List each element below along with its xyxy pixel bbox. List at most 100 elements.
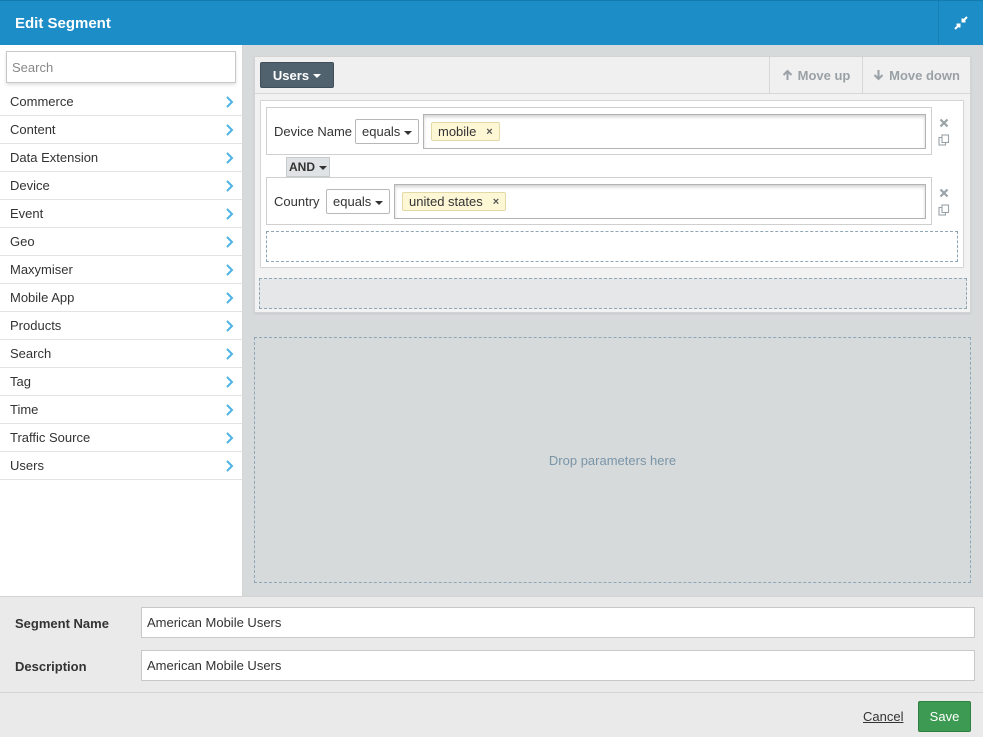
sidebar-item-label: Event [10, 206, 44, 221]
description-input[interactable] [141, 650, 975, 681]
sidebar-item-label: Tag [10, 374, 31, 389]
sidebar-item-mobile-app[interactable]: Mobile App [0, 284, 242, 312]
sidebar-item-search[interactable]: Search [0, 340, 242, 368]
sidebar-item-geo[interactable]: Geo [0, 228, 242, 256]
move-up-label: Move up [797, 67, 851, 83]
save-button-label: Save [929, 709, 960, 724]
connector-dropdown[interactable]: AND [286, 157, 330, 177]
condition-drop-slot[interactable] [266, 231, 958, 262]
sidebar-item-device[interactable]: Device [0, 172, 242, 200]
scope-dropdown-label: Users [272, 67, 310, 83]
chevron-right-icon [226, 180, 234, 192]
value-tag: united states × [402, 192, 507, 211]
sidebar-item-event[interactable]: Event [0, 200, 242, 228]
chevron-right-icon [226, 460, 234, 472]
cancel-link[interactable]: Cancel [863, 709, 903, 724]
segment-builder-area: Users Move up Move down Device Name equa… [243, 45, 983, 596]
sidebar-item-label: Traffic Source [10, 430, 91, 445]
sidebar-item-data-extension[interactable]: Data Extension [0, 144, 242, 172]
remove-condition-icon[interactable] [939, 188, 949, 198]
chevron-right-icon [226, 320, 234, 332]
remove-tag-icon[interactable]: × [493, 196, 499, 208]
chevron-right-icon [226, 404, 234, 416]
sidebar-item-tag[interactable]: Tag [0, 368, 242, 396]
sidebar-item-label: Maxymiser [10, 262, 73, 277]
chevron-right-icon [226, 264, 234, 276]
remove-condition-icon[interactable] [939, 118, 949, 128]
move-down-label: Move down [889, 67, 960, 83]
sidebar-item-label: Mobile App [10, 290, 75, 305]
sidebar-item-label: Users [10, 458, 44, 473]
rule-panel: Users Move up Move down Device Name equa… [254, 56, 971, 313]
sidebar-item-products[interactable]: Products [0, 312, 242, 340]
condition-value-input[interactable]: mobile × [423, 114, 926, 149]
sidebar-item-label: Products [10, 318, 62, 333]
sidebar-item-time[interactable]: Time [0, 396, 242, 424]
dialog-titlebar: Edit Segment [0, 0, 983, 45]
category-sidebar: Commerce Content Data Extension Device E… [0, 45, 243, 596]
chevron-right-icon [226, 348, 234, 360]
value-tag-label: united states [409, 194, 483, 209]
segment-details: Segment Name Description [0, 596, 983, 692]
condition-name: Device Name [274, 124, 353, 139]
caret-down-icon [404, 130, 413, 135]
sidebar-item-label: Content [10, 122, 56, 137]
save-button[interactable]: Save [918, 701, 971, 732]
operator-label: equals [362, 124, 401, 139]
chevron-right-icon [226, 292, 234, 304]
chevron-right-icon [226, 208, 234, 220]
copy-condition-icon[interactable] [938, 204, 950, 216]
description-label: Description [15, 659, 87, 674]
sidebar-item-maxymiser[interactable]: Maxymiser [0, 256, 242, 284]
sidebar-item-commerce[interactable]: Commerce [0, 88, 242, 116]
chevron-right-icon [226, 96, 234, 108]
rule-panel-header: Users Move up Move down [255, 57, 970, 94]
chevron-right-icon [226, 432, 234, 444]
value-tag: mobile × [431, 122, 500, 141]
dialog-footer: Cancel Save [0, 692, 983, 737]
caret-down-icon [313, 74, 322, 78]
segment-name-label: Segment Name [15, 616, 109, 631]
chevron-right-icon [226, 236, 234, 248]
move-up-button[interactable]: Move up [769, 57, 862, 93]
sidebar-item-label: Device [10, 178, 50, 193]
operator-dropdown[interactable]: equals [355, 119, 420, 144]
sidebar-item-label: Time [10, 402, 39, 417]
copy-condition-icon[interactable] [938, 134, 950, 146]
move-down-button[interactable]: Move down [862, 57, 970, 93]
sidebar-item-traffic-source[interactable]: Traffic Source [0, 424, 242, 452]
operator-dropdown[interactable]: equals [326, 189, 391, 214]
search-input[interactable] [6, 51, 236, 83]
sidebar-item-content[interactable]: Content [0, 116, 242, 144]
sidebar-item-label: Data Extension [10, 150, 99, 165]
chevron-right-icon [226, 152, 234, 164]
segment-name-input[interactable] [141, 607, 975, 638]
chevron-right-icon [226, 124, 234, 136]
caret-down-icon [375, 200, 384, 205]
collapse-button[interactable] [938, 1, 983, 45]
dialog-title: Edit Segment [15, 15, 111, 32]
category-list: Commerce Content Data Extension Device E… [0, 88, 242, 480]
group-drop-slot[interactable] [259, 278, 967, 309]
condition-row: Device Name equals mobile × [266, 107, 932, 155]
chevron-right-icon [226, 376, 234, 388]
sidebar-item-label: Commerce [10, 94, 74, 109]
value-tag-label: mobile [438, 124, 477, 139]
condition-actions [937, 188, 953, 222]
sidebar-item-label: Search [10, 346, 52, 361]
condition-group: Device Name equals mobile × AND Country … [260, 100, 964, 268]
condition-name: Country [274, 194, 320, 209]
scope-dropdown-button[interactable]: Users [260, 62, 334, 88]
connector-label: AND [289, 160, 315, 174]
sidebar-item-label: Geo [10, 234, 35, 249]
arrow-down-icon [873, 70, 884, 81]
operator-label: equals [333, 194, 372, 209]
arrow-up-icon [782, 69, 792, 80]
sidebar-item-users[interactable]: Users [0, 452, 242, 480]
condition-value-input[interactable]: united states × [394, 184, 926, 219]
collapse-icon [954, 16, 968, 30]
caret-down-icon [319, 166, 327, 170]
parameter-drop-zone[interactable]: Drop parameters here [254, 337, 971, 583]
drop-zone-label: Drop parameters here [548, 452, 677, 468]
remove-tag-icon[interactable]: × [486, 126, 492, 138]
